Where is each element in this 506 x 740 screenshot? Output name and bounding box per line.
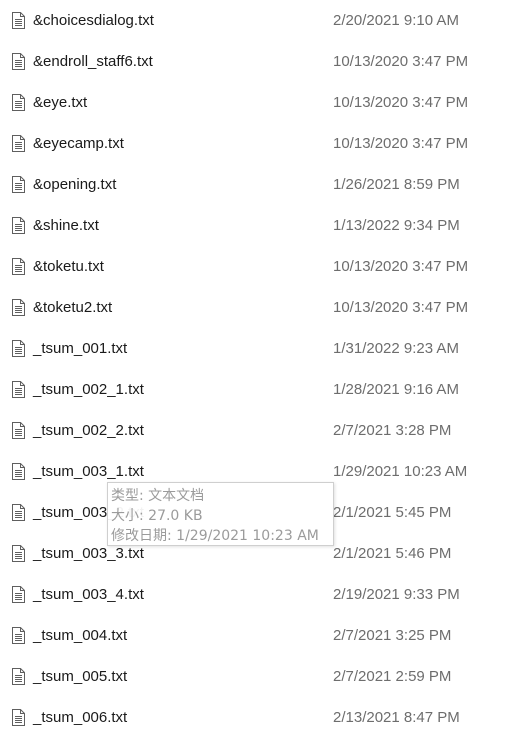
file-date-modified: 1/26/2021 8:59 PM — [333, 176, 460, 193]
file-name: _tsum_002_2.txt — [33, 422, 144, 439]
text-file-icon — [12, 381, 25, 398]
file-row[interactable]: &opening.txt 1/26/2021 8:59 PM — [0, 168, 506, 204]
file-date-modified: 2/1/2021 5:46 PM — [333, 545, 452, 562]
text-file-icon — [12, 176, 25, 193]
text-file-icon — [12, 258, 25, 275]
text-file-icon — [12, 545, 25, 562]
text-file-icon — [12, 135, 25, 152]
file-name: &eyecamp.txt — [33, 135, 124, 152]
file-row[interactable]: _tsum_001.txt 1/31/2022 9:23 AM — [0, 332, 506, 368]
text-file-icon — [12, 94, 25, 111]
file-row[interactable]: _tsum_006.txt 2/13/2021 8:47 PM — [0, 701, 506, 737]
text-file-icon — [12, 586, 25, 603]
file-row[interactable]: _tsum_002_1.txt 1/28/2021 9:16 AM — [0, 373, 506, 409]
text-file-icon — [12, 627, 25, 644]
file-name: _tsum_003_1.txt — [33, 463, 144, 480]
file-name: &shine.txt — [33, 217, 99, 234]
file-date-modified: 2/1/2021 5:45 PM — [333, 504, 452, 521]
file-date-modified: 2/13/2021 8:47 PM — [333, 709, 460, 726]
text-file-icon — [12, 299, 25, 316]
file-date-modified: 10/13/2020 3:47 PM — [333, 135, 469, 152]
file-name: &toketu.txt — [33, 258, 104, 275]
file-row[interactable]: &choicesdialog.txt 2/20/2021 9:10 AM — [0, 4, 506, 40]
file-name: _tsum_005.txt — [33, 668, 128, 685]
file-name: _tsum_006.txt — [33, 709, 128, 726]
file-name: &endroll_staff6.txt — [33, 53, 153, 70]
file-row[interactable]: &eye.txt 10/13/2020 3:47 PM — [0, 86, 506, 122]
file-name: _tsum_004.txt — [33, 627, 128, 644]
file-row[interactable]: &shine.txt 1/13/2022 9:34 PM — [0, 209, 506, 245]
text-file-icon — [12, 340, 25, 357]
file-name: _tsum_001.txt — [33, 340, 128, 357]
file-name: &choicesdialog.txt — [33, 12, 154, 29]
file-date-modified: 10/13/2020 3:47 PM — [333, 258, 469, 275]
file-row[interactable]: _tsum_005.txt 2/7/2021 2:59 PM — [0, 660, 506, 696]
text-file-icon — [12, 53, 25, 70]
file-info-tooltip: 类型: 文本文档 大小: 27.0 KB 修改日期: 1/29/2021 10:… — [107, 482, 334, 546]
file-name: _tsum_003_3.txt — [33, 545, 144, 562]
file-row[interactable]: &eyecamp.txt 10/13/2020 3:47 PM — [0, 127, 506, 163]
file-date-modified: 10/13/2020 3:47 PM — [333, 299, 469, 316]
file-date-modified: 1/28/2021 9:16 AM — [333, 381, 459, 398]
file-name: _tsum_002_1.txt — [33, 381, 144, 398]
file-date-modified: 2/7/2021 2:59 PM — [333, 668, 452, 685]
text-file-icon — [12, 463, 25, 480]
text-file-icon — [12, 217, 25, 234]
file-name: &toketu2.txt — [33, 299, 113, 316]
text-file-icon — [12, 12, 25, 29]
file-name: &opening.txt — [33, 176, 117, 193]
file-date-modified: 10/13/2020 3:47 PM — [333, 53, 469, 70]
file-list: &choicesdialog.txt 2/20/2021 9:10 AM &endr… — [0, 0, 506, 740]
text-file-icon — [12, 504, 25, 521]
file-row[interactable]: &endroll_staff6.txt 10/13/2020 3:47 PM — [0, 45, 506, 81]
tooltip-modified: 修改日期: 1/29/2021 10:23 AM — [111, 528, 319, 544]
file-row[interactable]: _tsum_003_4.txt 2/19/2021 9:33 PM — [0, 578, 506, 614]
file-date-modified: 2/7/2021 3:25 PM — [333, 627, 452, 644]
file-date-modified: 2/19/2021 9:33 PM — [333, 586, 460, 603]
file-row[interactable]: _tsum_004.txt 2/7/2021 3:25 PM — [0, 619, 506, 655]
file-date-modified: 10/13/2020 3:47 PM — [333, 94, 469, 111]
file-date-modified: 1/13/2022 9:34 PM — [333, 217, 460, 234]
text-file-icon — [12, 422, 25, 439]
file-name: _tsum_003_4.txt — [33, 586, 144, 603]
file-date-modified: 1/29/2021 10:23 AM — [333, 463, 468, 480]
file-date-modified: 2/20/2021 9:10 AM — [333, 12, 459, 29]
text-file-icon — [12, 668, 25, 685]
tooltip-size: 大小: 27.0 KB — [111, 508, 203, 524]
file-row[interactable]: &toketu2.txt 10/13/2020 3:47 PM — [0, 291, 506, 327]
file-row[interactable]: &toketu.txt 10/13/2020 3:47 PM — [0, 250, 506, 286]
file-date-modified: 1/31/2022 9:23 AM — [333, 340, 459, 357]
tooltip-type: 类型: 文本文档 — [111, 488, 205, 504]
file-date-modified: 2/7/2021 3:28 PM — [333, 422, 452, 439]
text-file-icon — [12, 709, 25, 726]
file-name: &eye.txt — [33, 94, 88, 111]
file-row[interactable]: _tsum_002_2.txt 2/7/2021 3:28 PM — [0, 414, 506, 450]
